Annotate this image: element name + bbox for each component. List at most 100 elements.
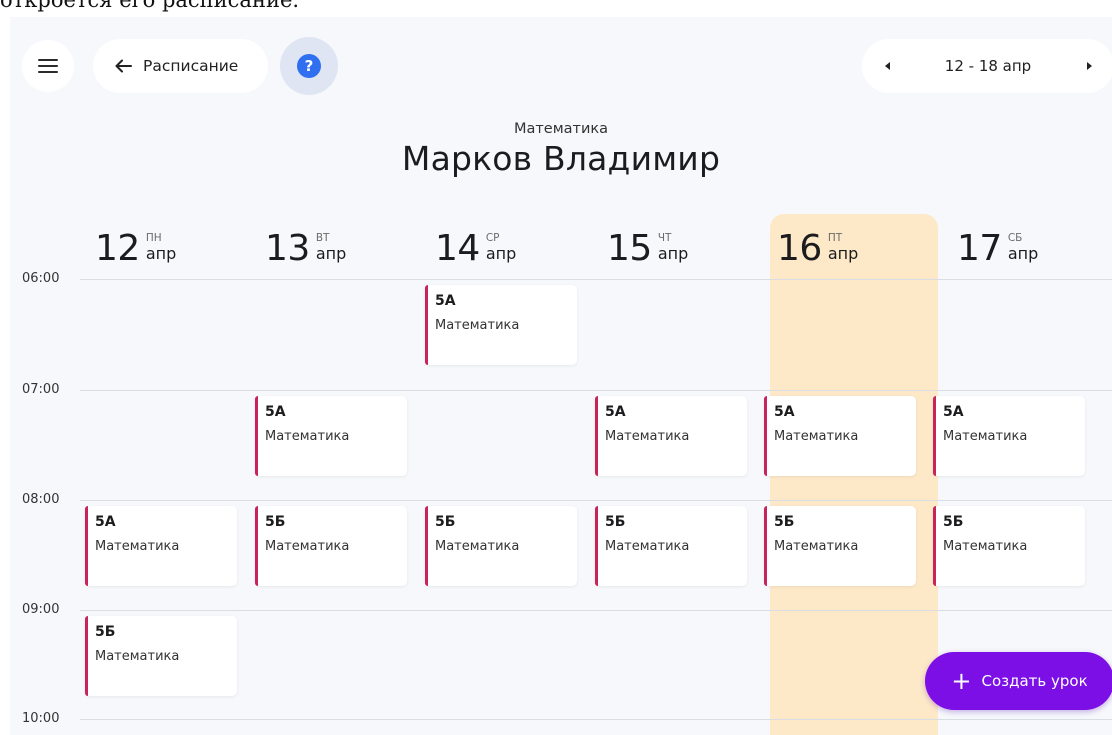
day-number: 14 xyxy=(435,228,480,269)
lesson-card[interactable]: 5Б Математика xyxy=(764,506,916,586)
hamburger-icon xyxy=(38,58,58,74)
lesson-subject: Математика xyxy=(774,539,859,554)
subject-title: Математика xyxy=(513,121,609,137)
lesson-card[interactable]: 5А Математика xyxy=(255,396,407,476)
day-month: апр xyxy=(1007,244,1039,263)
day-header[interactable]: 17 СБ апр xyxy=(957,227,1038,277)
lesson-color-bar xyxy=(255,506,258,586)
lesson-color-bar xyxy=(85,616,88,696)
day-header[interactable]: 12 ПН апр xyxy=(95,227,176,277)
grid-line xyxy=(80,500,1112,501)
day-number: 13 xyxy=(265,228,310,269)
day-meta: СР апр xyxy=(486,231,516,262)
teacher-name: Марков Владимир xyxy=(401,139,721,178)
week-navigator: 12 - 18 апр xyxy=(862,39,1112,93)
time-label: 09:00 xyxy=(22,602,60,617)
day-header[interactable]: 14 СР апр xyxy=(435,227,516,277)
lesson-color-bar xyxy=(764,506,767,586)
prev-week-button[interactable] xyxy=(862,39,912,93)
day-number: 16 xyxy=(777,228,822,269)
lesson-color-bar xyxy=(425,285,428,365)
lesson-subject: Математика xyxy=(943,539,1028,554)
lesson-class: 5Б xyxy=(265,514,286,530)
lesson-class: 5Б xyxy=(435,514,456,530)
question-icon: ? xyxy=(297,54,321,78)
time-label: 07:00 xyxy=(22,382,60,397)
grid-line xyxy=(80,719,1112,720)
day-header[interactable]: 13 ВТ апр xyxy=(265,227,346,277)
lesson-color-bar xyxy=(933,506,936,586)
lesson-class: 5А xyxy=(265,404,286,420)
arrow-left-icon xyxy=(115,59,132,73)
chevron-right-icon xyxy=(1086,62,1092,70)
lesson-card[interactable]: 5А Математика xyxy=(933,396,1085,476)
help-button[interactable]: ? xyxy=(280,37,338,95)
lesson-subject: Математика xyxy=(265,429,350,444)
lesson-class: 5А xyxy=(605,404,626,420)
lesson-color-bar xyxy=(595,506,598,586)
lesson-class: 5А xyxy=(435,293,456,309)
create-lesson-button[interactable]: + Создать урок xyxy=(925,652,1112,710)
lesson-card[interactable]: 5А Математика xyxy=(85,506,237,586)
lesson-card[interactable]: 5Б Математика xyxy=(595,506,747,586)
day-month: апр xyxy=(657,244,689,263)
lesson-subject: Математика xyxy=(265,539,350,554)
lesson-subject: Математика xyxy=(943,429,1028,444)
day-of-week: СБ xyxy=(1007,232,1023,244)
time-label: 08:00 xyxy=(22,492,60,507)
grid-line xyxy=(80,610,1112,611)
menu-button[interactable] xyxy=(22,40,74,92)
lesson-subject: Математика xyxy=(605,429,690,444)
day-number: 17 xyxy=(957,228,1002,269)
schedule-app: Расписание ? 12 - 18 апр Математика Марк… xyxy=(10,17,1112,735)
day-of-week: СР xyxy=(485,232,500,244)
day-month: апр xyxy=(485,244,517,263)
day-of-week: ПН xyxy=(145,232,162,244)
day-meta: ВТ апр xyxy=(316,231,346,262)
grid-line xyxy=(80,279,1112,280)
lesson-class: 5А xyxy=(774,404,795,420)
lesson-class: 5Б xyxy=(774,514,795,530)
day-meta: СБ апр xyxy=(1008,231,1038,262)
lesson-subject: Математика xyxy=(95,539,180,554)
time-label: 06:00 xyxy=(22,271,60,286)
lesson-card[interactable]: 5Б Математика xyxy=(933,506,1085,586)
lesson-card[interactable]: 5Б Математика xyxy=(85,616,237,696)
chevron-left-icon xyxy=(884,62,890,70)
lesson-class: 5А xyxy=(943,404,964,420)
time-label: 10:00 xyxy=(22,711,60,726)
lesson-subject: Математика xyxy=(435,539,520,554)
plus-icon: + xyxy=(951,667,972,695)
day-meta: ПН апр xyxy=(146,231,176,262)
day-of-week: ЧТ xyxy=(657,232,672,244)
lesson-card[interactable]: 5А Математика xyxy=(595,396,747,476)
day-month: апр xyxy=(827,244,859,263)
day-header[interactable]: 15 ЧТ апр xyxy=(607,227,688,277)
day-month: апр xyxy=(145,244,177,263)
caption-text: откроется его расписание. xyxy=(0,0,300,12)
lesson-class: 5Б xyxy=(605,514,626,530)
day-of-week: ПТ xyxy=(827,232,843,244)
day-of-week: ВТ xyxy=(315,232,330,244)
lesson-card[interactable]: 5Б Математика xyxy=(255,506,407,586)
day-meta: ПТ апр xyxy=(828,231,858,262)
week-range[interactable]: 12 - 18 апр xyxy=(912,57,1064,75)
lesson-color-bar xyxy=(933,396,936,476)
next-week-button[interactable] xyxy=(1064,39,1112,93)
lesson-subject: Математика xyxy=(435,318,520,333)
back-button[interactable]: Расписание xyxy=(93,39,268,93)
lesson-class: 5Б xyxy=(95,624,116,640)
day-month: апр xyxy=(315,244,347,263)
day-number: 12 xyxy=(95,228,140,269)
day-header[interactable]: 16 ПТ апр xyxy=(777,227,858,277)
grid-line xyxy=(80,390,1112,391)
lesson-color-bar xyxy=(595,396,598,476)
lesson-color-bar xyxy=(255,396,258,476)
lesson-class: 5Б xyxy=(943,514,964,530)
lesson-card[interactable]: 5А Математика xyxy=(425,285,577,365)
lesson-class: 5А xyxy=(95,514,116,530)
lesson-card[interactable]: 5Б Математика xyxy=(425,506,577,586)
back-button-label: Расписание xyxy=(143,57,239,75)
lesson-color-bar xyxy=(764,396,767,476)
lesson-card[interactable]: 5А Математика xyxy=(764,396,916,476)
